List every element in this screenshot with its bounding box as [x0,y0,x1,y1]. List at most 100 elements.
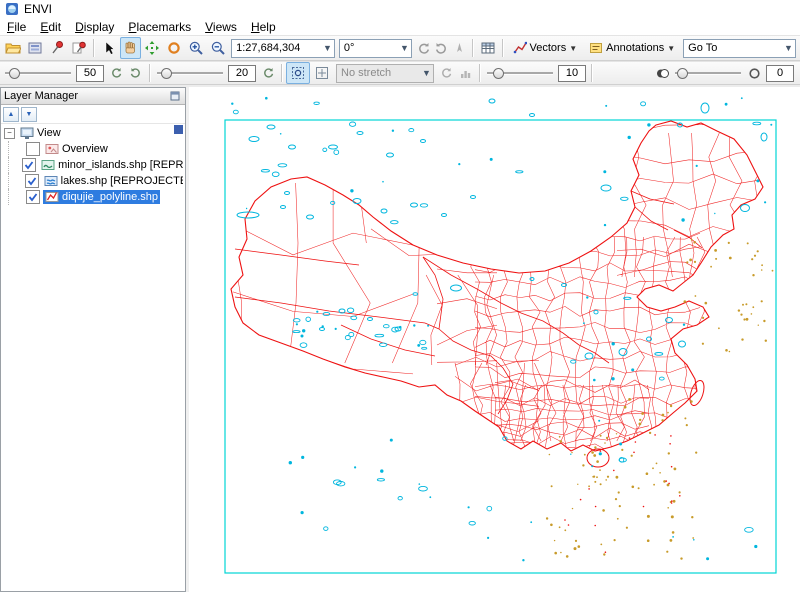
zoom-out-button[interactable] [207,37,229,59]
select-cursor-button[interactable] [98,37,120,59]
layer-label-area[interactable]: Overview [43,142,110,156]
tree-expander[interactable]: − [4,128,15,139]
overview-icon [45,142,59,156]
annotations-icon [589,41,603,55]
reset-arrow-icon [129,66,143,80]
menu-file[interactable]: File [0,19,33,35]
annotations-label: Annotations [606,42,664,54]
menu-display[interactable]: Display [68,19,121,35]
transparency-slider[interactable] [675,66,741,80]
stretch-type-value: No stretch [341,67,391,79]
stretch-reset-button[interactable] [436,62,456,84]
layer-visibility-checkbox[interactable] [26,142,40,156]
stretch-on-view-button[interactable] [286,62,310,84]
zoom-in-button[interactable] [185,37,207,59]
zoom-scale-combo[interactable]: 1:27,684,304 ▼ [231,39,335,58]
hand-pan-icon [122,40,138,56]
tree-root-view[interactable]: −View [1,125,185,141]
brightness-auto-button[interactable] [126,62,146,84]
layer-label: Overview [62,143,108,155]
opacity-ring-button[interactable] [744,62,764,84]
vectors-dropdown[interactable]: Vectors ▼ [507,38,584,59]
rotate-cw-icon [434,41,449,56]
north-up-button[interactable] [451,37,469,59]
layer-visibility-checkbox[interactable] [22,158,36,172]
menu-edit[interactable]: Edit [33,19,68,35]
fly-tool-button[interactable] [141,37,163,59]
toolbar-separator [591,64,593,82]
layer-table-button[interactable] [477,37,499,59]
pan-tool-button[interactable] [120,37,142,59]
zoom-in-icon [188,40,204,56]
chevron-down-icon: ▼ [569,44,577,53]
contrast-reset-button[interactable] [258,62,278,84]
expand-all-button[interactable]: ▼ [21,107,37,122]
placemark-button[interactable] [46,37,68,59]
layer-item-0[interactable]: Overview [1,141,185,157]
sharpen-value[interactable]: 10 [558,65,586,82]
slider-handle[interactable] [161,68,172,79]
layer-label-area[interactable]: minor_islands.shp [REPROJECTED] [39,158,185,172]
layer-label-area[interactable]: diqujie_polyline.shp [43,190,160,204]
rotate-ccw-button[interactable] [414,37,432,59]
transparency-button[interactable] [652,62,672,84]
crosshair-box-icon [314,65,330,81]
slider-handle[interactable] [677,68,688,79]
stretch-type-combo[interactable]: No stretch ▼ [336,64,434,83]
undock-panel-button[interactable] [168,90,182,102]
hainan-outline [587,449,609,467]
extent-rectangle [225,120,776,573]
slider-handle[interactable] [493,68,504,79]
collapse-all-button[interactable]: ▲ [3,107,19,122]
layer-manager-header[interactable]: Layer Manager [1,88,185,105]
layer-manager-title: Layer Manager [4,90,78,102]
rotate-cw-button[interactable] [432,37,450,59]
toolbar-separator [479,64,481,82]
sharpen-slider[interactable] [487,66,553,80]
layer-visibility-checkbox[interactable] [25,174,39,188]
brightness-slider[interactable] [5,66,71,80]
rotation-value: 0° [344,42,355,54]
layer-manager-panel: Layer Manager ▲ ▼ −View Overview minor_isl… [0,87,186,592]
placemark-manager-button[interactable] [68,37,90,59]
chevron-down-icon: ▼ [398,43,411,53]
rotation-combo[interactable]: 0° ▼ [339,39,412,58]
scrollbar-thumb[interactable] [174,125,183,134]
province-boundaries [235,191,702,414]
map-canvas[interactable] [189,87,800,597]
layer-visibility-checkbox[interactable] [26,190,40,204]
menu-views[interactable]: Views [198,19,244,35]
slider-handle[interactable] [9,68,20,79]
contrast-slider[interactable] [157,66,223,80]
histogram-button[interactable] [456,62,476,84]
menu-placemarks[interactable]: Placemarks [121,19,198,35]
layer-item-3[interactable]: diqujie_polyline.shp [1,189,185,205]
transparency-value[interactable]: 0 [766,65,794,82]
toolbar-separator [149,64,151,82]
layer-label-area[interactable]: lakes.shp [REPROJECTED] [42,174,185,188]
placemark-pin-icon [49,40,65,56]
vectors-label: Vectors [530,42,567,54]
open-file-button[interactable] [2,37,24,59]
ring-icon [748,67,761,80]
crop-extent-icon [290,65,306,81]
orbit-tool-button[interactable] [163,37,185,59]
map-view[interactable] [189,87,800,592]
brightness-reset-button[interactable] [106,62,126,84]
brightness-value[interactable]: 50 [76,65,104,82]
rotate-ccw-icon [416,41,431,56]
menu-help[interactable]: Help [244,19,283,35]
layer-label-area[interactable]: View [18,126,63,140]
stretch-full-button[interactable] [310,62,334,84]
layer-item-1[interactable]: minor_islands.shp [REPROJECTED] [1,157,185,173]
boundary-specks [564,434,680,553]
annotations-dropdown[interactable]: Annotations ▼ [583,38,681,59]
data-manager-button[interactable] [24,37,46,59]
cursor-arrow-icon [101,40,117,56]
contrast-value[interactable]: 20 [228,65,256,82]
layer-item-2[interactable]: lakes.shp [REPROJECTED] [1,173,185,189]
goto-combo[interactable]: Go To ▼ [683,39,796,58]
zoom-out-icon [210,40,226,56]
toolbar-separator [281,64,283,82]
lakes-layer [237,99,767,359]
